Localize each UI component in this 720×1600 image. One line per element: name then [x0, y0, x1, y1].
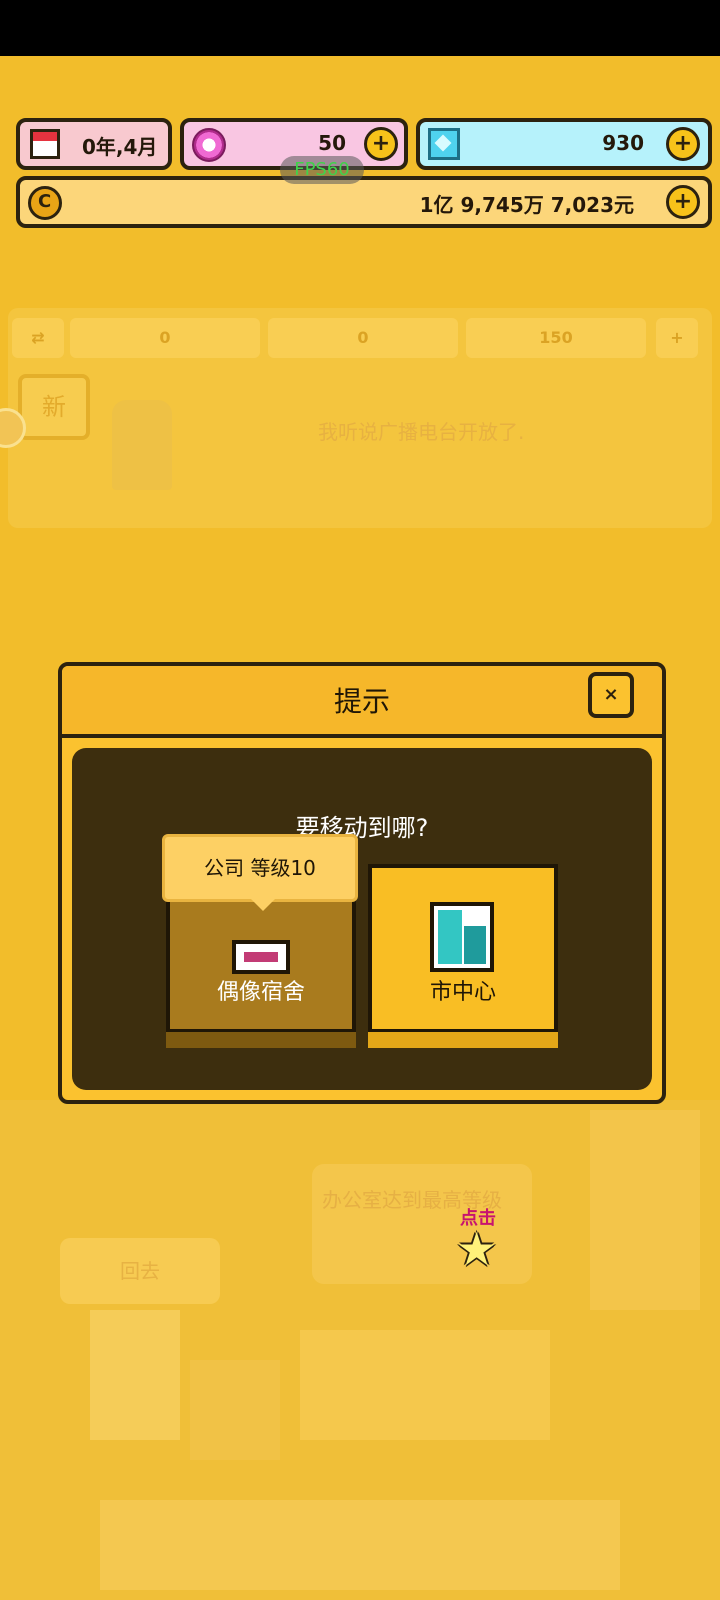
option-base — [368, 1029, 558, 1048]
dialog-body: 要移动到哪? 偶像宿舍 市中心 公司 等级10 — [72, 748, 652, 1090]
new-badge: 新 — [18, 374, 90, 440]
building-shape — [90, 1310, 180, 1440]
notification-message: 我听说广播电台开放了. — [318, 420, 525, 444]
building-shape — [590, 1110, 700, 1310]
fps-indicator: FPS60 — [280, 156, 364, 184]
stat-coins: 150 — [466, 318, 646, 358]
idol-dorm-label: 偶像宿舍 — [216, 980, 305, 1005]
gem-icon — [192, 128, 226, 162]
dialog-header: 提示 × — [62, 666, 662, 738]
swap-icon: ⇄ — [12, 318, 64, 358]
add-money-button[interactable]: + — [666, 185, 700, 219]
diamond-counter: 930 + — [416, 118, 712, 170]
diamond-value: 930 — [602, 131, 644, 155]
dialog-title: 提示 — [333, 685, 390, 718]
close-icon[interactable]: × — [588, 672, 634, 718]
building-shape — [300, 1330, 550, 1440]
coin-icon — [28, 186, 62, 220]
add-diamonds-button[interactable]: + — [666, 127, 700, 161]
status-bar — [0, 0, 720, 56]
dorm-icon — [232, 940, 290, 974]
diamond-icon — [428, 128, 460, 160]
building-shape — [100, 1500, 620, 1590]
stat-buildings: 0 — [268, 318, 458, 358]
option-base — [166, 1029, 356, 1048]
downtown-label: 市中心 — [429, 980, 496, 1005]
character-sprite — [112, 400, 172, 490]
notification-panel: ⇄ 0 0 150 + 新 我听说广播电台开放了. — [8, 308, 712, 528]
move-dialog: 提示 × 要移动到哪? 偶像宿舍 市中心 公司 等级10 — [58, 662, 666, 1104]
calendar-icon — [30, 129, 60, 159]
stat-employees: 0 — [70, 318, 260, 358]
lock-requirement-tag: 公司 等级10 — [162, 834, 358, 911]
building-icon — [430, 902, 494, 972]
office-bubble — [312, 1164, 532, 1284]
star-icon[interactable]: ★ — [456, 1226, 497, 1272]
building-shape — [190, 1360, 280, 1460]
plus-icon: + — [656, 318, 698, 358]
downtown-option[interactable]: 市中心 — [368, 864, 558, 1048]
add-gems-button[interactable]: + — [364, 127, 398, 161]
money-counter: 1亿 9,745万 7,023元 + — [16, 176, 712, 228]
money-value: 1亿 9,745万 7,023元 — [419, 193, 634, 217]
dialog-question: 要移动到哪? — [295, 814, 429, 842]
date-display: 0年,4月 — [16, 118, 172, 170]
date-value: 0年,4月 — [82, 135, 158, 159]
back-button[interactable]: 回去 — [60, 1238, 220, 1304]
gem-value: 50 — [318, 131, 346, 155]
